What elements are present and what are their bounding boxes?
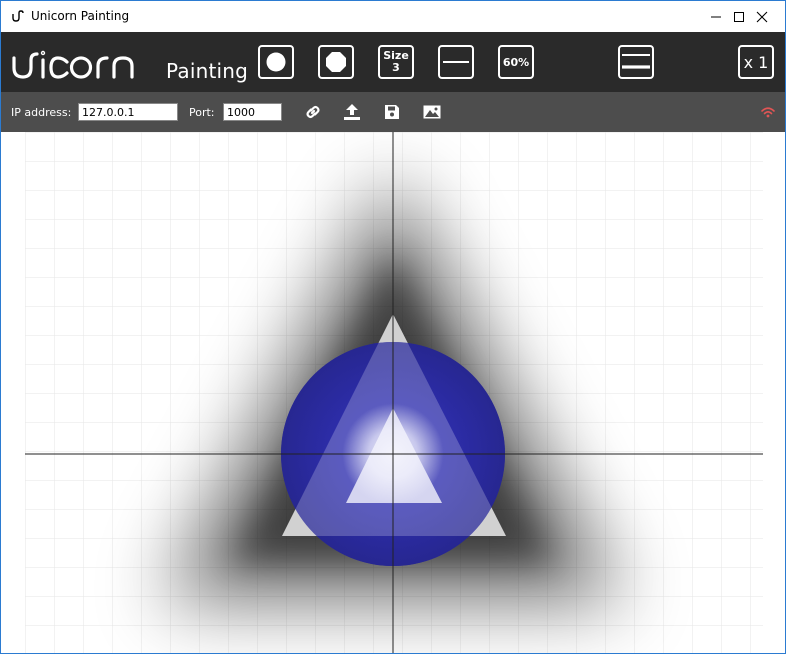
upload-button[interactable] bbox=[342, 102, 362, 122]
circle-brush-icon bbox=[266, 52, 286, 72]
brush-octagon-button[interactable] bbox=[318, 45, 354, 79]
ip-address-input[interactable] bbox=[78, 103, 178, 121]
connection-bar: IP address: Port: bbox=[1, 92, 785, 132]
port-label: Port: bbox=[189, 106, 215, 119]
save-icon bbox=[385, 105, 399, 119]
title-bar: Unicorn Painting bbox=[1, 1, 785, 32]
canvas-drawing bbox=[25, 132, 763, 653]
brush-size-button[interactable]: Size 3 bbox=[378, 45, 414, 79]
connect-link-button[interactable] bbox=[303, 102, 323, 122]
close-button[interactable] bbox=[739, 1, 785, 32]
octagon-brush-icon bbox=[326, 52, 346, 72]
logo-subtitle: Painting bbox=[166, 59, 249, 83]
painting-canvas[interactable] bbox=[1, 132, 785, 653]
brush-circle-button[interactable] bbox=[258, 45, 294, 79]
size-value: 3 bbox=[392, 61, 400, 74]
unicorn-app-icon bbox=[11, 9, 25, 23]
close-icon bbox=[756, 11, 768, 22]
save-button[interactable] bbox=[382, 102, 402, 122]
line-style-button[interactable] bbox=[438, 45, 474, 79]
app-window: Unicorn Painting Painting Size 3 60% x 1… bbox=[0, 0, 786, 654]
ip-address-label: IP address: bbox=[11, 106, 72, 119]
line-icon bbox=[443, 61, 469, 63]
port-input[interactable] bbox=[223, 103, 282, 121]
window-title: Unicorn Painting bbox=[31, 9, 130, 23]
link-icon bbox=[306, 105, 320, 119]
blur-lines-icon bbox=[622, 54, 650, 69]
image-button[interactable] bbox=[422, 102, 442, 122]
multiplier-button[interactable]: x 1 bbox=[738, 45, 774, 79]
blur-button[interactable] bbox=[618, 45, 654, 79]
upload-icon bbox=[344, 104, 360, 120]
opacity-button[interactable]: 60% bbox=[498, 45, 534, 79]
image-icon bbox=[423, 105, 441, 119]
opacity-label: 60% bbox=[502, 55, 530, 69]
main-toolbar: Painting Size 3 60% x 1 bbox=[1, 32, 785, 92]
wifi-icon bbox=[761, 107, 775, 118]
unicorn-logo bbox=[11, 46, 161, 85]
connection-status bbox=[758, 102, 778, 122]
multiplier-label: x 1 bbox=[743, 52, 769, 72]
